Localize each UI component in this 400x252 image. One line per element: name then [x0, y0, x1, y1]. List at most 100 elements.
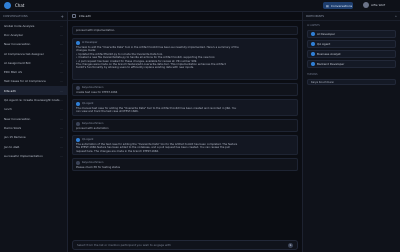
app: Chat ▤ Conversations Alfie Wolf CONVERSA… — [0, 0, 400, 252]
more-icon[interactable]: ⋯ — [60, 70, 63, 74]
conversation-label: Jan to A&R — [4, 144, 20, 149]
conversation-item-active[interactable]: Kite adh ⋯ — [0, 86, 67, 96]
avatar — [76, 161, 80, 165]
message-text: proceed with implementation. — [76, 29, 116, 32]
participants-header: PARTICIPANTS + — [303, 12, 400, 21]
avatar — [76, 86, 80, 90]
user-menu[interactable]: Alfie Wolf — [363, 2, 385, 8]
more-icon[interactable]: ⋯ — [60, 154, 63, 158]
conversation-item[interactable]: Demo SGLS ⋯ — [0, 123, 67, 132]
sidebar-title: CONVERSATIONS — [3, 14, 28, 18]
more-icon[interactable]: ⋯ — [60, 117, 63, 121]
conversation-item[interactable]: EDC BGC AS ⋯ — [0, 67, 67, 76]
message-bubble: Kaiya Kouchmann create test case for KTE… — [72, 83, 298, 96]
conversation-item[interactable]: Doc Analyzer ⋯ — [0, 30, 67, 39]
conversation-item[interactable]: Jan to A&R ⋯ — [0, 142, 67, 151]
bot-avatar-icon — [76, 138, 80, 142]
conversation-label: New Conversation — [4, 116, 31, 121]
participant-label: Kaiya Kouchmann — [311, 80, 335, 84]
avatar — [76, 122, 80, 126]
edit-icon[interactable] — [72, 14, 76, 18]
message-bubble: proceed with implementation. — [72, 26, 298, 35]
app-logo-icon — [4, 2, 11, 9]
conversation-item[interactable]: Global Code Analysis ⋯ — [0, 21, 67, 30]
message-header: QA Agent — [76, 138, 294, 142]
chat-title: kite adh — [79, 14, 92, 18]
message-input-placeholder: Select from the list or mention particip… — [77, 243, 171, 247]
message-header: Kaiya Kouchmann — [76, 122, 294, 126]
participant-agent[interactable]: AI Developer — [307, 30, 396, 38]
conversation-item[interactable]: lunch ⋯ — [0, 105, 67, 114]
conversation-item[interactable]: QA Agent re: Create Overweight Costs ⋯ — [0, 95, 67, 104]
agent-icon — [311, 62, 315, 66]
message-input[interactable]: Select from the list or mention particip… — [72, 240, 298, 250]
conversation-label: QA Agent re: Create Overweight Costs — [4, 98, 60, 103]
send-icon[interactable]: ➤ — [288, 242, 293, 248]
participant-label: AI Developer — [317, 32, 336, 36]
participant-agent[interactable]: Backend Developer — [307, 60, 396, 68]
conversation-item[interactable]: Test Cases for AI Compliance ⋯ — [0, 77, 67, 86]
top-bar: Chat ▤ Conversations Alfie Wolf — [0, 0, 400, 12]
message-header: Kaiya Kouchmann — [76, 161, 294, 165]
conversation-label: Doc Analyzer — [4, 32, 24, 37]
participant-label: Business Analyst — [317, 52, 341, 56]
message-text: Please check PR for testing status — [76, 166, 121, 169]
more-icon[interactable]: ⋯ — [60, 126, 63, 130]
message-text: proceed with automation — [76, 127, 109, 130]
more-icon[interactable]: ⋯ — [60, 89, 63, 93]
conversation-item[interactable]: AI Compliance tab designer ⋯ — [0, 49, 67, 58]
message-bubble: QA Agent The automation of the test case… — [72, 135, 298, 155]
participant-agent[interactable]: QA Agent — [307, 40, 396, 48]
conversation-label: Demo SGLS — [4, 125, 22, 130]
more-icon[interactable]: ⋯ — [60, 98, 63, 102]
conversation-item[interactable]: New Conversation ⋯ — [0, 40, 67, 49]
message-bubble: QA Agent The manual test case for adding… — [72, 99, 298, 116]
message-header: AI Developer — [76, 41, 294, 45]
humans-subheader: HUMANS — [307, 73, 318, 76]
conversation-item[interactable]: successful Implementation ⋯ — [0, 151, 67, 160]
more-icon[interactable]: ⋯ — [60, 24, 63, 28]
message-text: can view and track the test case at KTES… — [76, 110, 139, 114]
participant-label: QA Agent — [317, 42, 331, 46]
message-author: AI Developer — [82, 41, 98, 45]
conversations-button[interactable]: ▤ Conversations — [323, 2, 353, 9]
user-name: Alfie Wolf — [371, 3, 386, 7]
conversation-sidebar: CONVERSATIONS + Global Code Analysis ⋯ Do… — [0, 12, 68, 252]
conversation-label: EDC BGC AS — [4, 70, 22, 75]
agent-icon — [311, 32, 315, 36]
conversation-label: Kite adh — [4, 88, 16, 93]
add-participant-icon[interactable]: + — [395, 15, 397, 18]
participants-title: PARTICIPANTS — [306, 14, 325, 18]
more-icon[interactable]: ⋯ — [60, 135, 63, 139]
message-bubble: AI Developer The task to add the "Overwr… — [72, 38, 298, 80]
more-icon[interactable]: ⋯ — [60, 33, 63, 37]
conversation-label: New Conversation — [4, 42, 31, 47]
conversation-label: AI Compliance tab designer — [4, 51, 44, 56]
more-icon[interactable]: ⋯ — [60, 61, 63, 65]
avatar — [363, 2, 369, 8]
more-icon[interactable]: ⋯ — [60, 42, 63, 46]
conversation-item[interactable]: AI Assignment Bot ⋯ — [0, 58, 67, 67]
conversation-item[interactable]: jan 15 Remove ⋯ — [0, 133, 67, 142]
new-conversation-icon[interactable]: + — [60, 14, 64, 19]
conversation-label: Global Code Analysis — [4, 23, 35, 28]
participant-human[interactable]: Kaiya Kouchmann — [307, 79, 396, 85]
more-icon[interactable]: ⋯ — [60, 107, 63, 111]
message-author: Kaiya Kouchmann — [82, 161, 104, 165]
message-author: QA Agent — [82, 138, 94, 142]
more-icon[interactable]: ⋯ — [60, 145, 63, 149]
message-bubble: Kaiya Kouchmann proceed with automation — [72, 119, 298, 132]
more-icon[interactable]: ⋯ — [60, 52, 63, 56]
chat-panel: kite adh proceed with implementation. AI… — [68, 12, 302, 252]
conversation-item[interactable]: New Conversation ⋯ — [0, 114, 67, 123]
bot-avatar-icon — [76, 41, 80, 45]
participant-agent[interactable]: Business Analyst — [307, 50, 396, 58]
message-bubble: Kaiya Kouchmann Please check PR for test… — [72, 158, 298, 171]
chat-header: kite adh — [68, 12, 302, 21]
message-author: QA Agent — [82, 102, 94, 106]
participant-label: Backend Developer — [317, 62, 345, 66]
message-header: QA Agent — [76, 102, 294, 106]
message-text: toolkit's functionality by allowing user… — [76, 66, 194, 70]
more-icon[interactable]: ⋯ — [60, 79, 63, 83]
conversation-label: jan 15 Remove — [4, 135, 26, 140]
